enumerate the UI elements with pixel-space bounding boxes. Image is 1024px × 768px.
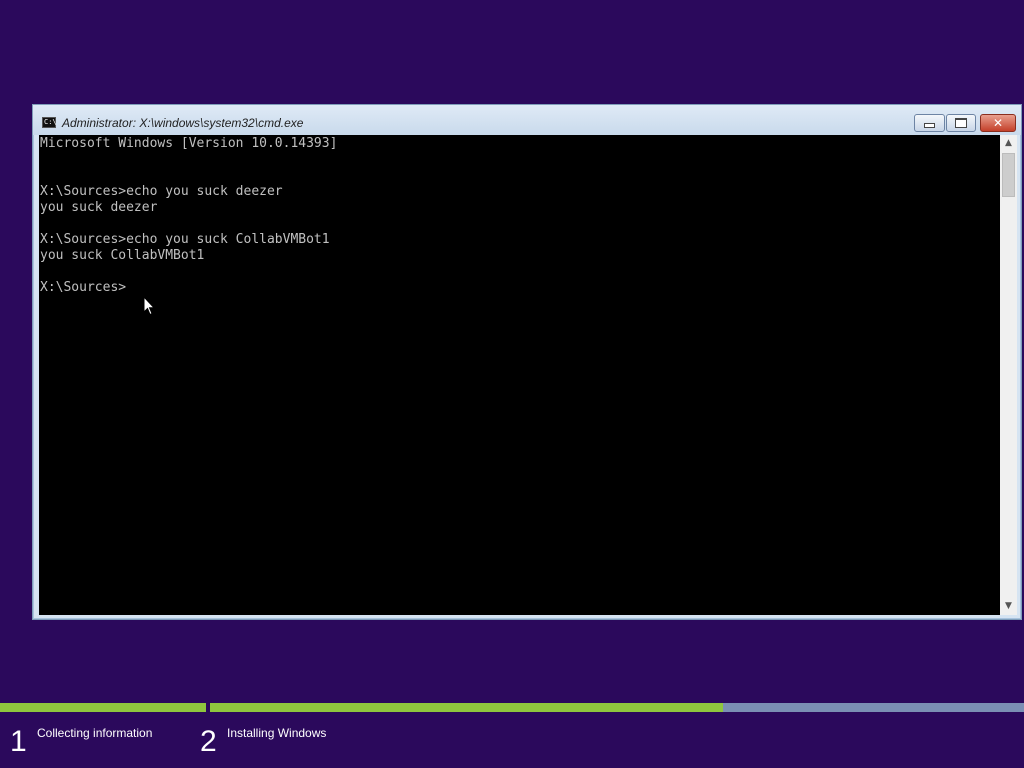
- close-button[interactable]: ✕: [980, 114, 1016, 132]
- console-line: X:\Sources>echo you suck deezer: [40, 184, 283, 199]
- console-line: X:\Sources>echo you suck CollabVMBot1: [40, 232, 330, 247]
- desktop: C:\ Administrator: X:\windows\system32\c…: [0, 0, 1024, 768]
- minimize-button[interactable]: [914, 114, 945, 132]
- console-lines: Microsoft Windows [Version 10.0.14393] X…: [39, 135, 1000, 296]
- cmd-window[interactable]: C:\ Administrator: X:\windows\system32\c…: [32, 104, 1022, 620]
- scroll-down-icon[interactable]: ▼: [1000, 598, 1017, 615]
- console-prompt[interactable]: X:\Sources>: [40, 280, 1000, 296]
- window-title: Administrator: X:\windows\system32\cmd.e…: [62, 116, 304, 130]
- maximize-icon: [955, 118, 967, 128]
- setup-progress-bar: [0, 703, 1024, 712]
- step-number: 1: [10, 725, 27, 758]
- close-icon: ✕: [992, 116, 1004, 130]
- console-line: you suck CollabVMBot1: [40, 248, 205, 263]
- console-line: Microsoft Windows [Version 10.0.14393]: [40, 136, 338, 151]
- console-output[interactable]: Microsoft Windows [Version 10.0.14393] X…: [39, 135, 1000, 615]
- maximize-button[interactable]: [946, 114, 976, 132]
- progress-fill: [0, 703, 206, 712]
- step-label: Collecting information: [37, 726, 153, 740]
- step-number: 2: [200, 725, 217, 758]
- progress-fill: [210, 703, 723, 712]
- setup-steps: 1 Collecting information 2 Installing Wi…: [0, 716, 1024, 768]
- step-label: Installing Windows: [227, 726, 327, 740]
- minimize-icon: [924, 122, 935, 128]
- progress-segment-installing: [210, 703, 1024, 712]
- console-line: you suck deezer: [40, 200, 158, 215]
- title-bar[interactable]: C:\ Administrator: X:\windows\system32\c…: [33, 105, 1021, 135]
- progress-segment-collecting: [0, 703, 206, 712]
- scroll-thumb[interactable]: [1002, 153, 1015, 197]
- cmd-icon[interactable]: C:\: [42, 117, 57, 128]
- mouse-pointer-icon: [143, 296, 155, 316]
- scroll-up-icon[interactable]: ▲: [1000, 135, 1017, 152]
- vertical-scrollbar[interactable]: ▲ ▼: [1000, 135, 1017, 615]
